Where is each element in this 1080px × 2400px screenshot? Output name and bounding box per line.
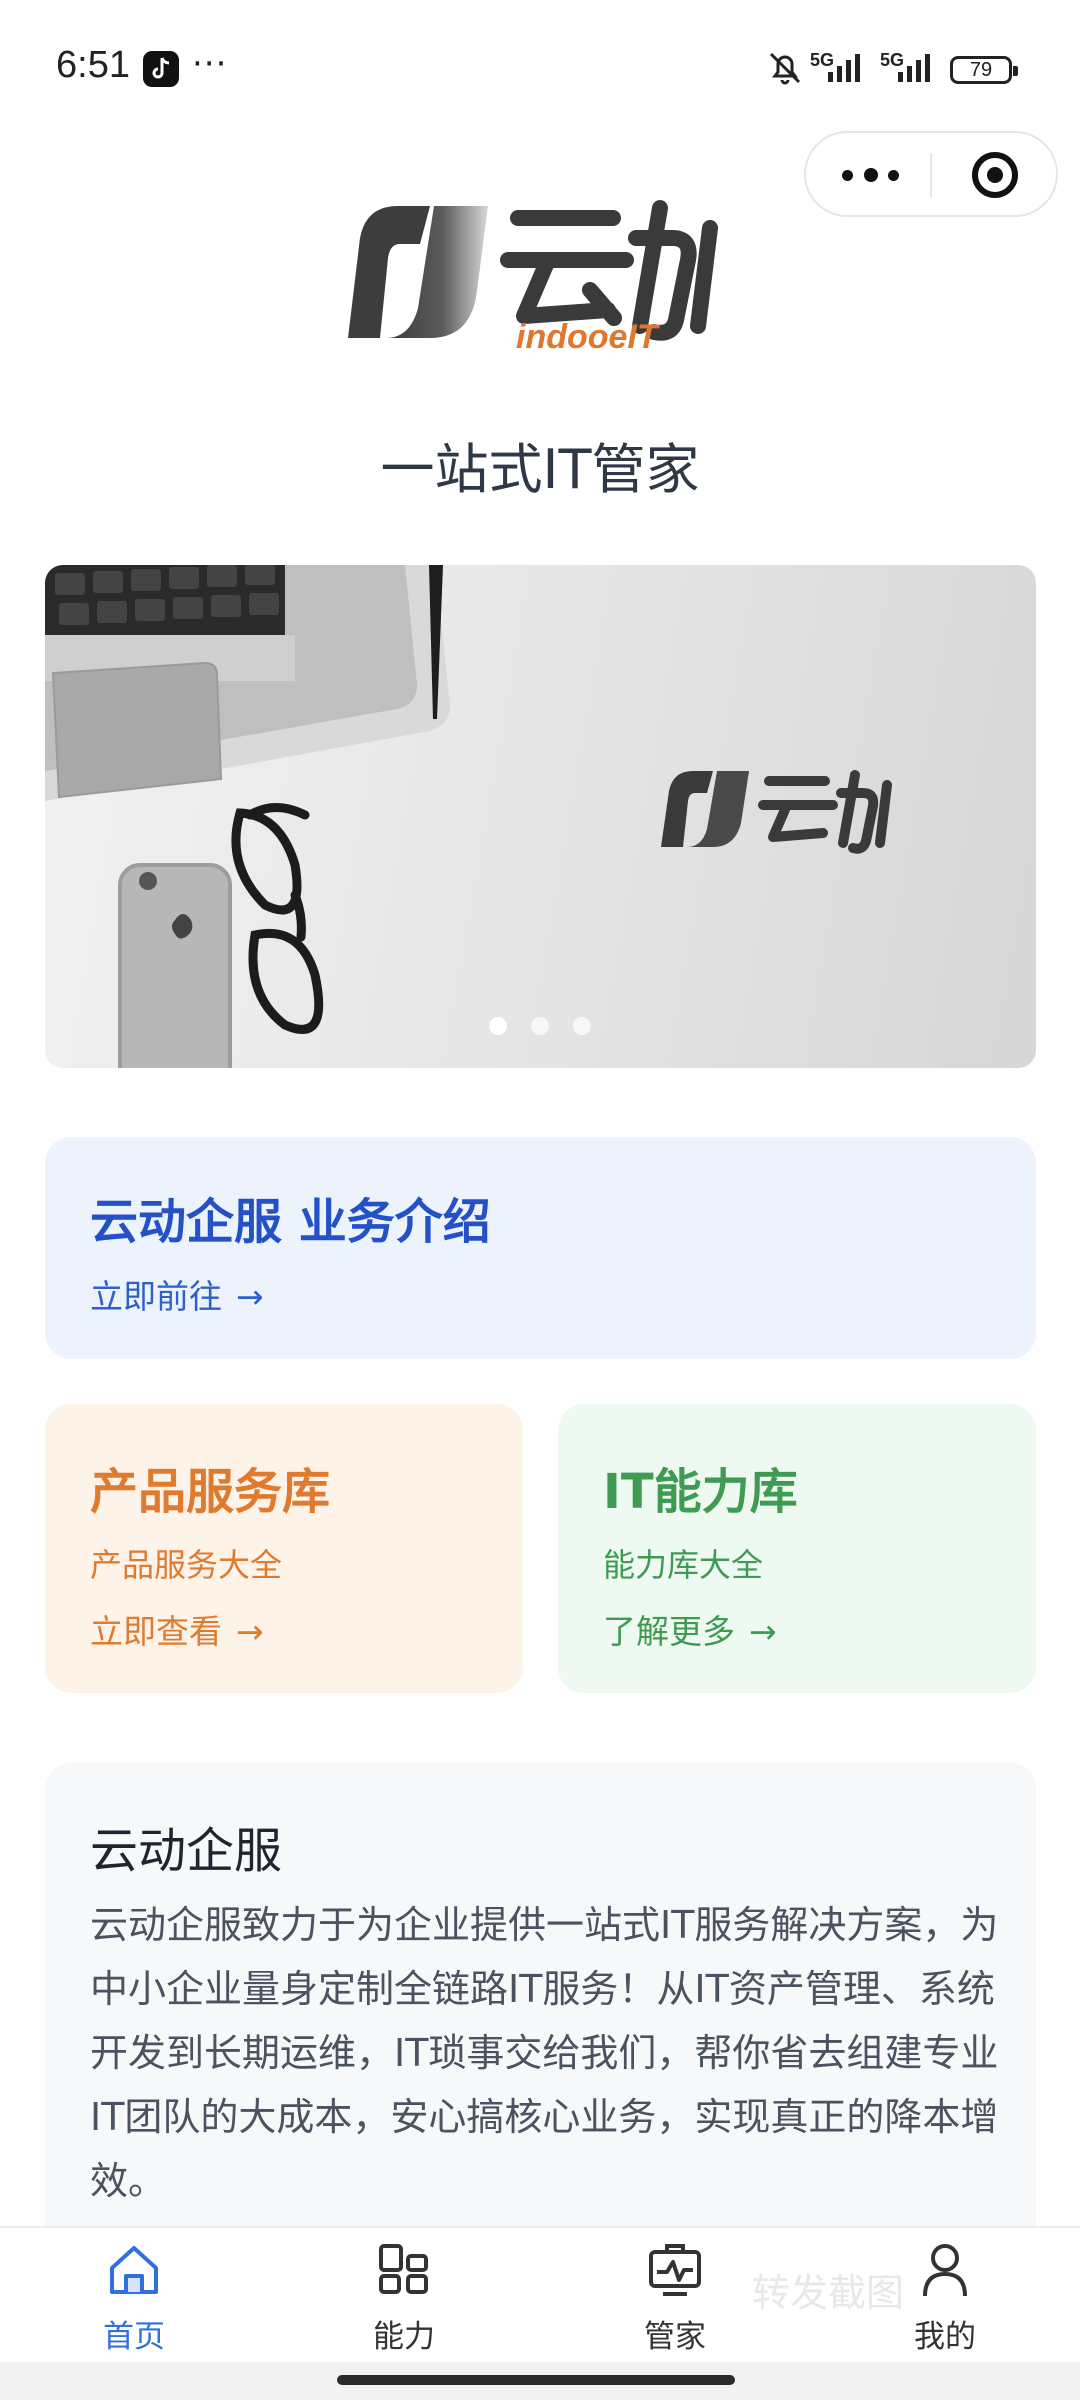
notification-more-icon: ··· [192, 44, 228, 84]
arrow-right-icon: → [749, 1612, 777, 1651]
signal-icon [826, 50, 870, 88]
product-card-subtitle: 产品服务大全 [90, 1546, 283, 1584]
about-body: 云动企服致力于为企业提供一站式IT服务解决方案，为中小企业量身定制全链路IT服务… [90, 1903, 999, 2203]
carousel-indicators [0, 1017, 1080, 1037]
capsule-divider [930, 153, 932, 197]
it-card-title: IT能力库 [603, 1464, 798, 1520]
app-logo: indooeIT [338, 198, 738, 356]
tab-mine-label: 我的 [914, 2319, 976, 2355]
product-link-label: 立即查看 [90, 1612, 222, 1651]
close-miniprogram-icon[interactable] [972, 152, 1018, 198]
miniprogram-capsule [804, 131, 1058, 217]
mute-bell-icon [765, 48, 805, 92]
logo-subtext: indooeIT [516, 318, 661, 353]
business-intro-card[interactable]: 云动企服 业务介绍 立即前往 → [45, 1137, 1036, 1359]
it-link-label: 了解更多 [603, 1612, 735, 1651]
grid-icon [379, 2244, 428, 2294]
signal-icon-2 [896, 50, 940, 88]
product-card-title: 产品服务库 [90, 1464, 331, 1520]
user-icon [923, 2244, 967, 2297]
slogan: 一站式IT管家 [380, 438, 700, 501]
more-options-icon[interactable] [842, 157, 912, 193]
arrow-right-icon: → [236, 1277, 264, 1316]
tab-home[interactable]: 首页 [34, 2228, 234, 2364]
monitor-icon [649, 2244, 701, 2296]
product-card-link[interactable]: 立即查看 → [90, 1605, 264, 1653]
arrow-right-icon: → [236, 1612, 264, 1651]
tab-home-label: 首页 [103, 2319, 165, 2355]
screenshot-watermark: 转发截图 [752, 2271, 905, 2315]
home-indicator[interactable] [337, 2375, 735, 2385]
intro-link-label: 立即前往 [90, 1277, 222, 1316]
carousel-dot-3[interactable] [573, 1017, 591, 1035]
it-card-subtitle: 能力库大全 [603, 1546, 764, 1584]
banner-carousel[interactable] [45, 565, 1036, 1068]
it-card-link[interactable]: 了解更多 → [603, 1605, 777, 1653]
tab-capability[interactable]: 能力 [304, 2228, 504, 2364]
status-time: 6:51 [56, 44, 130, 86]
status-bar: 6:51 ··· 5G 5G 79 [0, 0, 1080, 130]
product-service-card[interactable]: 产品服务库 产品服务大全 立即查看 → [45, 1404, 523, 1693]
tab-capability-label: 能力 [373, 2319, 435, 2355]
about-card: 云动企服 云动企服致力于为企业提供一站式IT服务解决方案，为中小企业量身定制全链… [45, 1763, 1036, 2263]
tab-steward[interactable]: 管家 [575, 2228, 775, 2364]
about-title: 云动企服 [90, 1823, 283, 1879]
intro-card-link[interactable]: 立即前往 → [90, 1270, 264, 1318]
home-icon [110, 2246, 158, 2294]
bottom-tabbar: 首页 能力 管家 我的 [0, 2226, 1080, 2362]
tab-steward-label: 管家 [644, 2319, 706, 2355]
it-capability-card[interactable]: IT能力库 能力库大全 了解更多 → [558, 1404, 1036, 1693]
carousel-dot-2[interactable] [531, 1017, 549, 1035]
carousel-dot-1[interactable] [489, 1017, 507, 1035]
tiktok-icon [143, 51, 179, 87]
intro-card-title: 云动企服 业务介绍 [90, 1194, 491, 1250]
battery-icon: 79 [950, 56, 1018, 84]
